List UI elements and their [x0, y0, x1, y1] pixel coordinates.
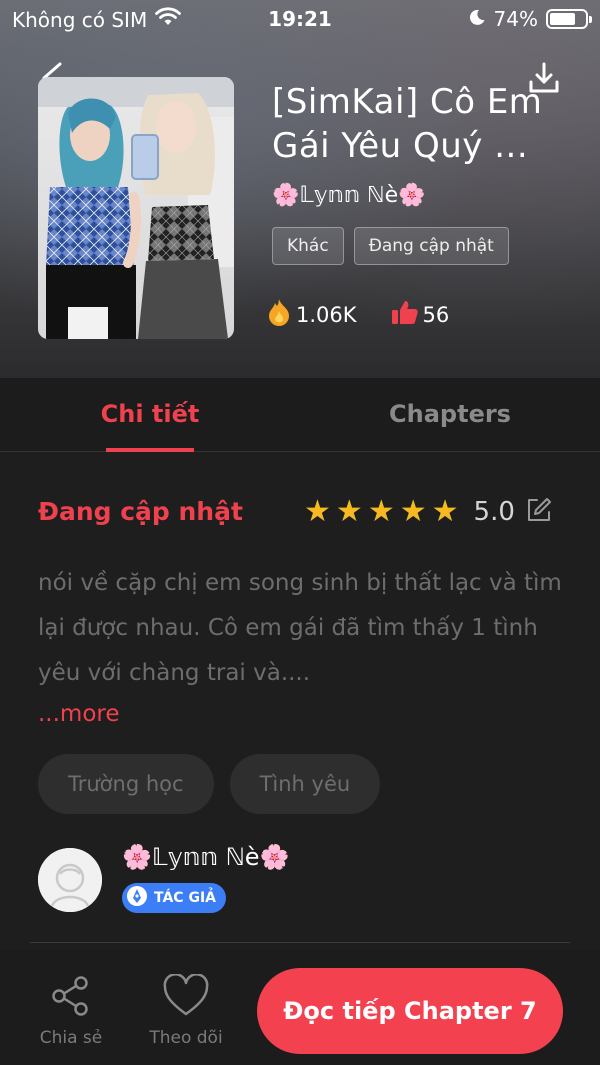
- likes-stat: 56: [391, 298, 450, 331]
- story-description: nói về cặp chị em song sinh bị thất lạc …: [38, 570, 562, 686]
- status-bar: Không có SIM 19:21 74%: [0, 0, 600, 40]
- follow-label: Theo dõi: [149, 1028, 223, 1048]
- share-label: Chia sẻ: [39, 1028, 103, 1048]
- fire-icon: [266, 298, 292, 331]
- author-badge: TÁC GIẢ: [122, 883, 226, 913]
- author-avatar[interactable]: [38, 848, 102, 912]
- publication-status: Đang cập nhật: [38, 497, 243, 526]
- story-tags: Khác Đang cập nhật: [272, 227, 509, 265]
- bottom-action-bar: Chia sẻ Theo dõi Đọc tiếp Chapter 7: [0, 950, 600, 1065]
- star-icon: ★: [367, 494, 395, 529]
- views-count: 1.06K: [296, 302, 357, 327]
- category-tag[interactable]: Khác: [272, 227, 344, 265]
- story-stats: 1.06K 56: [266, 298, 449, 331]
- author-name[interactable]: 🌸𝕃𝕪𝕟𝕟 ℕè🌸: [122, 843, 289, 871]
- genre-tag[interactable]: Trường học: [38, 754, 214, 814]
- star-icon: ★: [399, 494, 427, 529]
- share-icon: [52, 976, 88, 1016]
- share-button[interactable]: Chia sẻ: [26, 974, 116, 1048]
- star-icon: ★: [304, 494, 331, 529]
- tab-details[interactable]: Chi tiết: [0, 378, 300, 452]
- status-right: 74%: [468, 7, 592, 31]
- likes-count: 56: [422, 302, 450, 327]
- tab-chapters[interactable]: Chapters: [300, 378, 600, 452]
- section-divider: [30, 942, 570, 943]
- follow-button[interactable]: Theo dõi: [141, 973, 231, 1048]
- battery-icon: [546, 9, 592, 29]
- star-icon: ★: [335, 494, 363, 529]
- genre-tag[interactable]: Tình yêu: [229, 754, 381, 814]
- story-title: [SimKai] Cô Em Gái Yêu Quý ...: [272, 82, 543, 166]
- views-stat: 1.06K: [266, 298, 357, 331]
- moon-icon: [468, 7, 486, 31]
- active-tab-indicator: [106, 448, 194, 452]
- battery-level: [550, 13, 576, 25]
- story-author[interactable]: 🌸𝕃𝕪𝕟𝕟 ℕè🌸: [272, 183, 426, 208]
- status-tag[interactable]: Đang cập nhật: [353, 227, 509, 265]
- heart-icon: [163, 973, 209, 1016]
- rating-value: 5.0: [473, 497, 515, 527]
- star-icon: ★: [431, 494, 459, 529]
- detail-tabs: Chi tiết Chapters: [0, 378, 600, 452]
- story-header: Không có SIM 19:21 74% [SimKai] Cô Em Gá…: [0, 0, 600, 378]
- battery-percent: 74%: [493, 7, 538, 31]
- continue-reading-button[interactable]: Đọc tiếp Chapter 7: [257, 968, 563, 1054]
- more-link[interactable]: ...more: [38, 701, 120, 727]
- story-cover-image: [38, 77, 234, 339]
- rating-row[interactable]: ★ ★ ★ ★ ★ 5.0: [304, 495, 552, 529]
- edit-rating-icon[interactable]: [526, 497, 552, 527]
- author-badge-label: TÁC GIẢ: [154, 890, 216, 906]
- pen-icon: [126, 885, 148, 911]
- genre-list: Trường học Tình yêu: [38, 754, 381, 814]
- thumbs-up-icon: [391, 299, 419, 330]
